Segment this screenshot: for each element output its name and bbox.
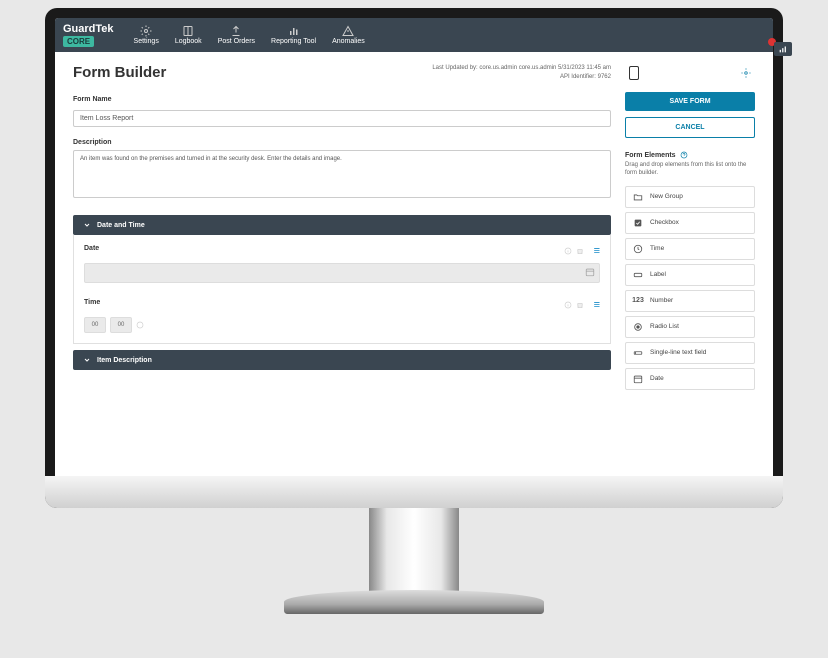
- drag-handle-icon[interactable]: ≡: [594, 299, 600, 311]
- nav-label: Post Orders: [218, 38, 255, 45]
- page-title: Form Builder: [73, 64, 166, 81]
- main-panel: Form Builder Last Updated by: core.us.ad…: [73, 64, 611, 486]
- description-input[interactable]: An item was found on the premises and tu…: [73, 150, 611, 198]
- cancel-button[interactable]: CANCEL: [625, 117, 755, 138]
- element-label: Label: [650, 271, 666, 278]
- save-button[interactable]: SAVE FORM: [625, 92, 755, 111]
- alert-icon: [342, 26, 354, 36]
- element-checkbox[interactable]: Checkbox: [625, 212, 755, 234]
- calendar-icon: [633, 374, 643, 384]
- element-label[interactable]: Label: [625, 264, 755, 286]
- element-single-line-text-field[interactable]: Single-line text field: [625, 342, 755, 364]
- nav-logbook[interactable]: Logbook: [175, 26, 202, 45]
- brand-name: GuardTek: [63, 23, 114, 35]
- group-header-datetime[interactable]: Date and Time: [73, 215, 611, 235]
- clock-icon: [633, 244, 643, 254]
- delete-icon[interactable]: [576, 301, 584, 309]
- element-date[interactable]: Date: [625, 368, 755, 390]
- number-icon: 123: [633, 296, 643, 306]
- date-input[interactable]: [84, 263, 600, 283]
- help-widget[interactable]: [774, 42, 792, 56]
- help-icon[interactable]: [680, 151, 688, 159]
- nav-anomalies[interactable]: Anomalies: [332, 26, 365, 45]
- form-canvas: Date and Time Date ≡: [73, 215, 611, 370]
- text-icon: [633, 348, 643, 358]
- nav-post-orders[interactable]: Post Orders: [218, 26, 255, 45]
- last-updated: Last Updated by: core.us.admin core.us.a…: [432, 64, 611, 73]
- form-name-input[interactable]: [73, 110, 611, 127]
- element-number[interactable]: 123 Number: [625, 290, 755, 312]
- nav-label: Reporting Tool: [271, 38, 316, 45]
- element-time[interactable]: Time: [625, 238, 755, 260]
- drag-handle-icon[interactable]: ≡: [594, 245, 600, 257]
- screen: GuardTek CORE Settings Logbook Post Orde…: [55, 18, 773, 498]
- element-label: Checkbox: [650, 219, 679, 226]
- form-elements-title: Form Elements: [625, 151, 755, 159]
- monitor-frame: GuardTek CORE Settings Logbook Post Orde…: [45, 8, 783, 508]
- book-icon: [182, 26, 194, 36]
- group-title: Item Description: [97, 357, 152, 364]
- tag-icon: [633, 270, 643, 280]
- gear-icon: [140, 26, 152, 36]
- gear-icon[interactable]: [741, 68, 751, 78]
- chevron-down-icon: [83, 356, 91, 364]
- upload-icon: [230, 26, 242, 36]
- nav-settings[interactable]: Settings: [134, 26, 159, 45]
- device-preview-icon[interactable]: [629, 66, 639, 80]
- nav-reporting[interactable]: Reporting Tool: [271, 26, 316, 45]
- radio-icon: [633, 322, 643, 332]
- element-label: Single-line text field: [650, 349, 706, 356]
- field-date-label: Date: [84, 245, 99, 252]
- nav-label: Anomalies: [332, 38, 365, 45]
- info-icon[interactable]: [564, 247, 572, 255]
- checkbox-icon: [633, 218, 643, 228]
- chevron-down-icon: [83, 221, 91, 229]
- top-nav: GuardTek CORE Settings Logbook Post Orde…: [55, 18, 773, 52]
- nav-label: Logbook: [175, 38, 202, 45]
- element-label: Time: [650, 245, 664, 252]
- monitor-chin: [45, 476, 783, 508]
- info-icon[interactable]: [136, 321, 144, 329]
- sidebar-panel: SAVE FORM CANCEL Form Elements Drag and …: [625, 64, 755, 486]
- element-radio-list[interactable]: Radio List: [625, 316, 755, 338]
- nav-label: Settings: [134, 38, 159, 45]
- group-body-datetime: Date ≡ Time: [73, 235, 611, 344]
- delete-icon[interactable]: [576, 247, 584, 255]
- page-meta: Last Updated by: core.us.admin core.us.a…: [432, 64, 611, 82]
- group-header-item-desc[interactable]: Item Description: [73, 350, 611, 370]
- element-label: Number: [650, 297, 673, 304]
- api-identifier: API Identifier: 9762: [432, 73, 611, 82]
- time-mm-input[interactable]: 00: [110, 317, 132, 333]
- folder-icon: [633, 192, 643, 202]
- element-new-group[interactable]: New Group: [625, 186, 755, 208]
- chart-icon: [288, 26, 300, 36]
- element-label: New Group: [650, 193, 683, 200]
- form-name-label: Form Name: [73, 96, 611, 103]
- element-label: Radio List: [650, 323, 679, 330]
- form-elements-hint: Drag and drop elements from this list on…: [625, 162, 755, 178]
- info-icon[interactable]: [564, 301, 572, 309]
- description-label: Description: [73, 139, 611, 146]
- field-time-label: Time: [84, 299, 100, 306]
- time-hh-input[interactable]: 00: [84, 317, 106, 333]
- brand-logo: GuardTek CORE: [63, 23, 114, 47]
- calendar-icon: [585, 267, 595, 277]
- group-title: Date and Time: [97, 222, 145, 229]
- element-label: Date: [650, 375, 664, 382]
- brand-sub: CORE: [63, 36, 94, 47]
